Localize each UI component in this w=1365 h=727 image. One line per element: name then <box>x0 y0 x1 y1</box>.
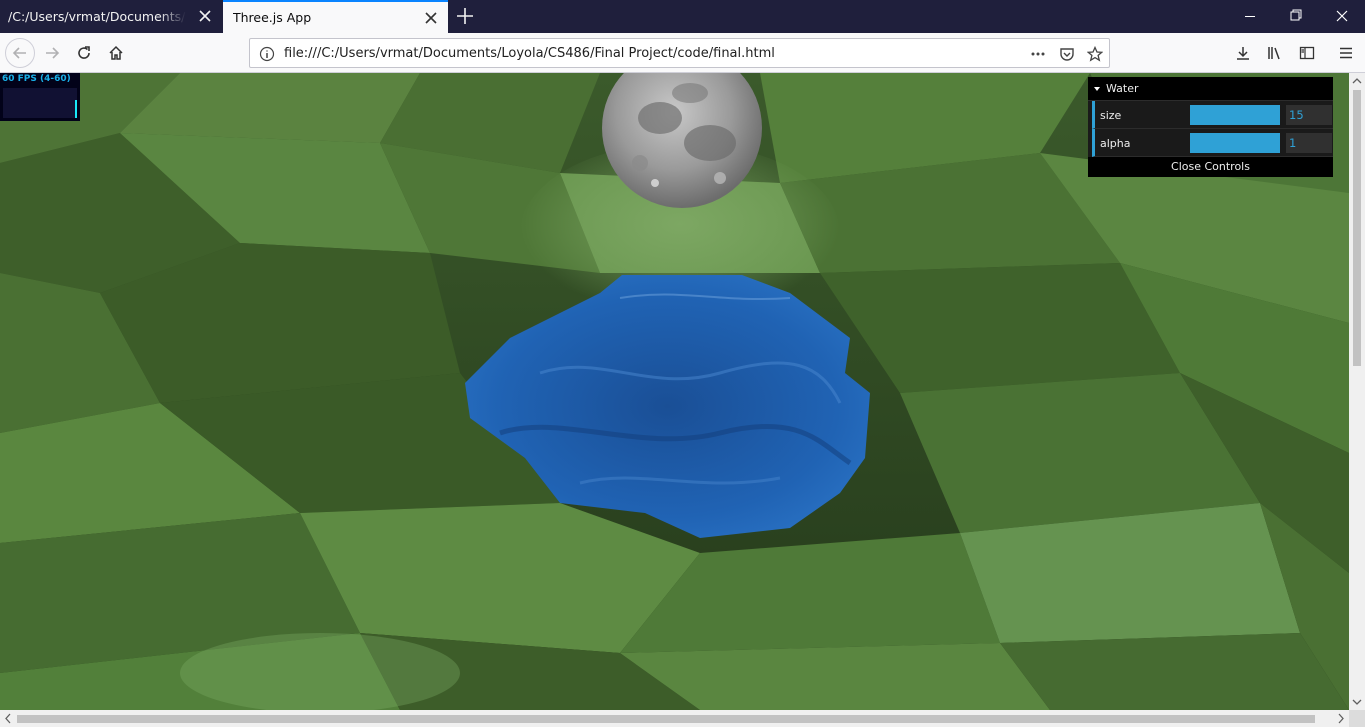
new-tab-icon[interactable] <box>452 4 478 28</box>
scroll-down-icon[interactable] <box>1349 694 1365 710</box>
sidebar-icon <box>1299 46 1315 60</box>
tab-final-html[interactable]: /C:/Users/vrmat/Documents/Loyola/CS486/F… <box>0 0 222 33</box>
close-window-icon[interactable] <box>1319 0 1365 33</box>
webgl-canvas[interactable]: 60 FPS (4-60) Water size 15 alpha 1 Clos… <box>0 73 1349 710</box>
download-icon <box>1237 47 1249 60</box>
scroll-left-icon[interactable] <box>0 710 16 727</box>
menu-button[interactable] <box>1331 38 1361 68</box>
pocket-icon[interactable] <box>1059 46 1075 62</box>
reload-button[interactable] <box>69 38 99 68</box>
scroll-up-icon[interactable] <box>1349 73 1365 89</box>
alpha-input[interactable]: 1 <box>1286 133 1332 153</box>
close-tab-icon[interactable] <box>198 9 212 23</box>
size-slider[interactable] <box>1190 105 1280 125</box>
controls-panel: Water size 15 alpha 1 Close Controls <box>1088 77 1333 177</box>
fps-label: 60 FPS (4-60) <box>2 74 71 84</box>
tab-title: Three.js App <box>233 10 312 25</box>
control-label: size <box>1100 109 1122 122</box>
hamburger-menu-icon <box>1340 47 1352 59</box>
home-button[interactable] <box>101 38 131 68</box>
alpha-slider[interactable] <box>1190 133 1280 153</box>
restore-icon[interactable] <box>1273 0 1319 33</box>
scroll-right-icon[interactable] <box>1333 710 1349 727</box>
forward-arrow-icon <box>46 47 60 59</box>
horizontal-scroll-thumb[interactable] <box>17 715 1315 723</box>
navigation-toolbar: file:///C:/Users/vrmat/Documents/Loyola/… <box>0 33 1365 73</box>
url-text[interactable]: file:///C:/Users/vrmat/Documents/Loyola/… <box>284 46 775 61</box>
page-actions-icon[interactable] <box>1030 46 1046 62</box>
back-button[interactable] <box>5 38 35 68</box>
terrain-highlight <box>180 633 460 710</box>
home-icon <box>109 45 123 60</box>
slider-fill <box>1190 105 1280 125</box>
url-bar[interactable]: file:///C:/Users/vrmat/Documents/Loyola/… <box>249 38 1110 68</box>
back-arrow-icon <box>12 47 26 59</box>
scrollbar-corner <box>1349 710 1365 727</box>
info-icon[interactable] <box>259 46 275 62</box>
alpha-control: alpha 1 <box>1092 129 1333 157</box>
tab-title: /C:/Users/vrmat/Documents/Loyola/CS486/F… <box>8 9 186 24</box>
vertical-scroll-thumb[interactable] <box>1353 90 1361 366</box>
downloads-button[interactable] <box>1228 38 1258 68</box>
vertical-scrollbar[interactable] <box>1349 73 1365 710</box>
fps-graph-bar <box>75 100 77 118</box>
folder-triangle-icon <box>1094 86 1100 91</box>
size-input[interactable]: 15 <box>1286 105 1332 125</box>
close-tab-icon[interactable] <box>424 11 438 25</box>
library-button[interactable] <box>1260 38 1290 68</box>
size-control: size 15 <box>1092 101 1333 129</box>
minimize-icon[interactable] <box>1227 0 1273 33</box>
reload-icon <box>78 46 90 59</box>
folder-title: Water <box>1106 82 1139 95</box>
close-controls-button[interactable]: Close Controls <box>1088 157 1333 177</box>
horizontal-scrollbar[interactable] <box>0 710 1349 727</box>
water-folder-header[interactable]: Water <box>1088 77 1333 101</box>
bookmark-star-icon[interactable] <box>1087 46 1103 62</box>
control-label: alpha <box>1100 137 1131 150</box>
library-icon <box>1268 47 1280 60</box>
slider-fill <box>1190 133 1280 153</box>
tab-strip: /C:/Users/vrmat/Documents/Loyola/CS486/F… <box>0 0 1365 33</box>
tab-threejs-app[interactable]: Three.js App <box>223 0 448 33</box>
forward-button[interactable] <box>37 38 67 68</box>
fps-meter[interactable]: 60 FPS (4-60) <box>0 73 80 121</box>
fps-graph <box>3 88 77 118</box>
sidebar-button[interactable] <box>1292 38 1322 68</box>
